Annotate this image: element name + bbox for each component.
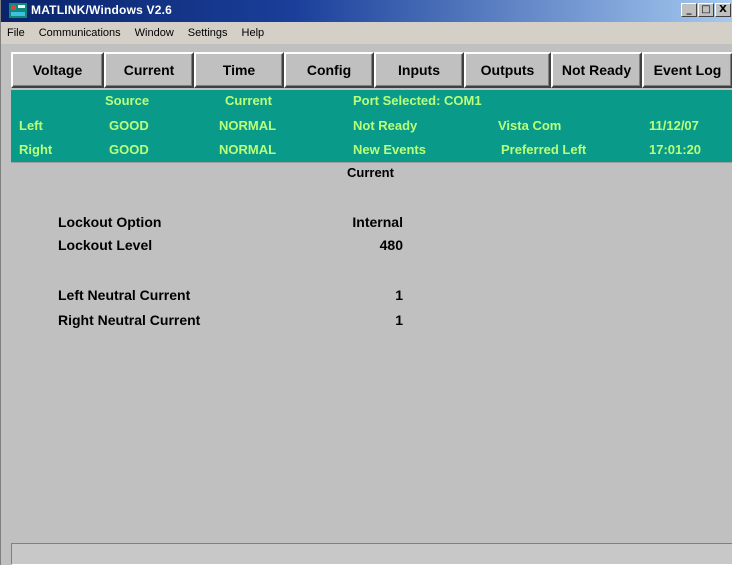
menu-help[interactable]: Help bbox=[240, 25, 267, 41]
left-label: Left bbox=[19, 118, 43, 133]
title-bar[interactable]: MATLINK/Windows V2.6 _ □ X bbox=[1, 0, 732, 22]
tab-config[interactable]: Config bbox=[284, 52, 374, 88]
window-controls: _ □ X bbox=[681, 3, 731, 17]
status-panel: Source Current Port Selected: COM1 Left … bbox=[11, 90, 732, 162]
left-neutral-current-label: Left Neutral Current bbox=[58, 287, 191, 303]
status-bar bbox=[11, 543, 732, 565]
minimize-button[interactable]: _ bbox=[681, 3, 697, 17]
left-source: GOOD bbox=[109, 118, 149, 133]
right-neutral-current-value: 1 bbox=[395, 312, 403, 328]
left-status: Not Ready bbox=[353, 118, 418, 133]
right-source: GOOD bbox=[109, 142, 149, 157]
left-device: Vista Com bbox=[498, 118, 562, 133]
header-source: Source bbox=[105, 93, 150, 108]
menu-file[interactable]: File bbox=[5, 25, 27, 41]
app-window: MATLINK/Windows V2.6 _ □ X File Communic… bbox=[0, 0, 732, 565]
lockout-option-value: Internal bbox=[352, 214, 403, 230]
tab-event-log[interactable]: Event Log bbox=[642, 52, 732, 88]
close-button[interactable]: X bbox=[715, 3, 731, 17]
right-neutral-current-label: Right Neutral Current bbox=[58, 312, 201, 328]
tab-not-ready[interactable]: Not Ready bbox=[551, 52, 642, 88]
tab-outputs[interactable]: Outputs bbox=[464, 52, 551, 88]
menu-settings[interactable]: Settings bbox=[186, 25, 230, 41]
menu-window[interactable]: Window bbox=[133, 25, 176, 41]
menu-bar: File Communications Window Settings Help bbox=[1, 22, 732, 44]
time-value: 17:01:20 bbox=[649, 142, 702, 157]
date-value: 11/12/07 bbox=[649, 118, 699, 133]
page-title: Current bbox=[347, 165, 394, 180]
tab-toolbar: Voltage Current Time Config Inputs Outpu… bbox=[11, 52, 732, 88]
app-icon bbox=[9, 3, 27, 18]
menu-communications[interactable]: Communications bbox=[37, 25, 123, 41]
lockout-level-label: Lockout Level bbox=[58, 237, 153, 253]
tab-inputs[interactable]: Inputs bbox=[374, 52, 464, 88]
port-selected: Port Selected: COM1 bbox=[353, 93, 482, 108]
right-current: NORMAL bbox=[219, 142, 277, 157]
right-label: Right bbox=[19, 142, 53, 157]
content-divider bbox=[11, 162, 732, 163]
tab-voltage[interactable]: Voltage bbox=[11, 52, 104, 88]
right-status: New Events bbox=[353, 142, 426, 157]
left-neutral-current-value: 1 bbox=[395, 287, 403, 303]
tab-time[interactable]: Time bbox=[194, 52, 284, 88]
tab-current[interactable]: Current bbox=[104, 52, 194, 88]
header-current: Current bbox=[225, 93, 272, 108]
right-device: Preferred Left bbox=[501, 142, 587, 157]
window-title: MATLINK/Windows V2.6 bbox=[31, 3, 173, 17]
maximize-button[interactable]: □ bbox=[698, 3, 714, 17]
left-current: NORMAL bbox=[219, 118, 277, 133]
lockout-option-label: Lockout Option bbox=[58, 214, 162, 230]
lockout-level-value: 480 bbox=[379, 237, 403, 253]
